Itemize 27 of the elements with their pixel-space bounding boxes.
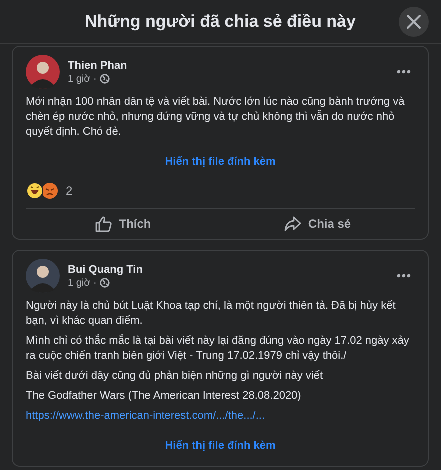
show-attachment-link[interactable]: Hiển thị file đính kèm <box>165 440 276 452</box>
show-attachment-link[interactable]: Hiển thị file đính kèm <box>165 156 276 168</box>
post-time[interactable]: 1 giờ · <box>68 278 97 288</box>
avatar <box>26 55 60 89</box>
close-button[interactable] <box>399 7 429 37</box>
post-text: Bài viết dưới đây cũng đủ phản biện những gì người này viết <box>26 369 324 384</box>
share-button[interactable]: Chia sẻ <box>220 209 415 239</box>
post-text: Mình chỉ có thắc mắc là tại bài viết này lại đăng đúng vào ngày 17.02 ngày xảy ra cuộc chiến tranh biên giới Việt - Trung 17.02.1979 chỉ vậy thôi./ <box>26 334 410 364</box>
share-arrow-icon <box>284 215 302 233</box>
author-name[interactable]: Thien Phan <box>68 60 385 72</box>
globe-icon <box>100 278 110 288</box>
reaction-icons[interactable] <box>26 182 60 200</box>
author-name[interactable]: Bui Quang Tin <box>68 264 385 276</box>
post-text: Người này là chủ bút Luật Khoa tạp chí, là một người thiên tả. Đã bị hủy kết bạn, vì khác quan điểm. <box>26 299 397 329</box>
thumbs-up-icon <box>95 215 114 233</box>
dialog-title: Những người đã chia sẻ điều này <box>85 12 356 32</box>
more-icon <box>397 70 411 74</box>
avatar <box>26 259 60 293</box>
reaction-count[interactable]: 2 <box>66 184 73 198</box>
post-link[interactable]: https://www.the-american-interest.com/.../the.../... <box>26 409 415 424</box>
post-time[interactable]: 1 giờ · <box>68 74 97 84</box>
like-button[interactable]: Thích <box>26 209 220 239</box>
post-text: The Godfather Wars (The American Interest 28.08.2020) <box>26 389 302 404</box>
more-icon <box>397 274 411 278</box>
globe-icon <box>100 74 110 84</box>
post-text: Mới nhận 100 nhân dân tệ và viết bài. Nước lớn lúc nào cũng bành trướng và chèn ép nước nhỏ, nhưng đứng vững và tự chủ không thì vẫn do nước nhỏ quyết định. Chó đẻ. <box>26 95 406 140</box>
close-icon <box>407 15 421 29</box>
